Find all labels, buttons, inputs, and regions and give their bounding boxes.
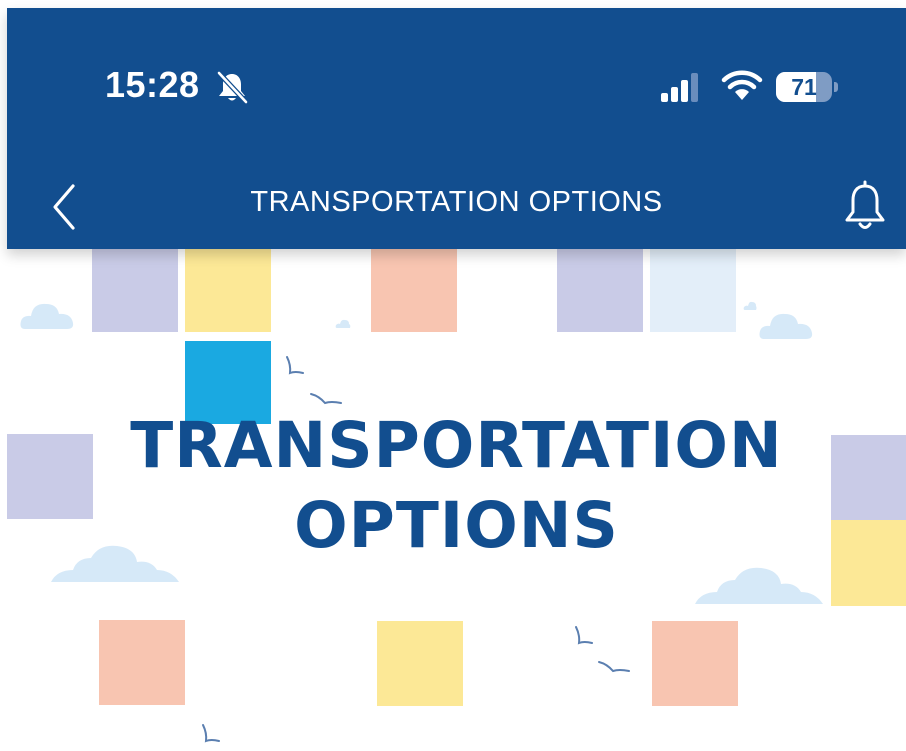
cloud-icon	[335, 319, 351, 328]
wifi-icon	[721, 70, 763, 100]
hero-banner: TRANSPORTATION OPTIONS	[7, 249, 906, 751]
app-header: 15:28 71 TRANSPORTATION OPTIONS	[7, 8, 906, 249]
decor-tile	[557, 249, 643, 332]
bird-icon	[598, 661, 630, 673]
banner-title-line1: TRANSPORTATION	[130, 409, 783, 482]
cloud-icon	[759, 313, 813, 339]
bird-icon	[202, 724, 220, 743]
battery-cap	[834, 82, 838, 92]
decor-tile	[650, 249, 736, 332]
banner-title-line2: OPTIONS	[294, 489, 619, 562]
cloud-icon	[695, 567, 823, 604]
bird-icon	[286, 356, 304, 375]
cloud-icon	[20, 303, 74, 329]
decor-tile	[652, 621, 738, 706]
app-screen: 15:28 71 TRANSPORTATION OPTIONS TRANSPOR…	[0, 0, 906, 751]
cloud-icon	[743, 301, 757, 310]
notifications-button[interactable]	[841, 178, 889, 234]
decor-tile	[92, 249, 178, 332]
decor-tile	[377, 621, 463, 706]
decor-tile	[371, 249, 457, 332]
battery-level: 71	[791, 74, 817, 100]
bell-icon	[845, 180, 885, 229]
battery-body: 71	[776, 72, 832, 102]
banner-title: TRANSPORTATION OPTIONS	[7, 406, 906, 566]
decor-tile	[99, 620, 185, 705]
page-title: TRANSPORTATION OPTIONS	[250, 186, 663, 218]
decor-tile	[185, 249, 271, 332]
bird-icon	[575, 626, 593, 645]
bell-slash-icon	[216, 70, 249, 105]
battery-icon: 71	[776, 72, 838, 102]
status-time: 15:28	[105, 64, 200, 105]
cellular-signal-icon	[661, 73, 698, 102]
